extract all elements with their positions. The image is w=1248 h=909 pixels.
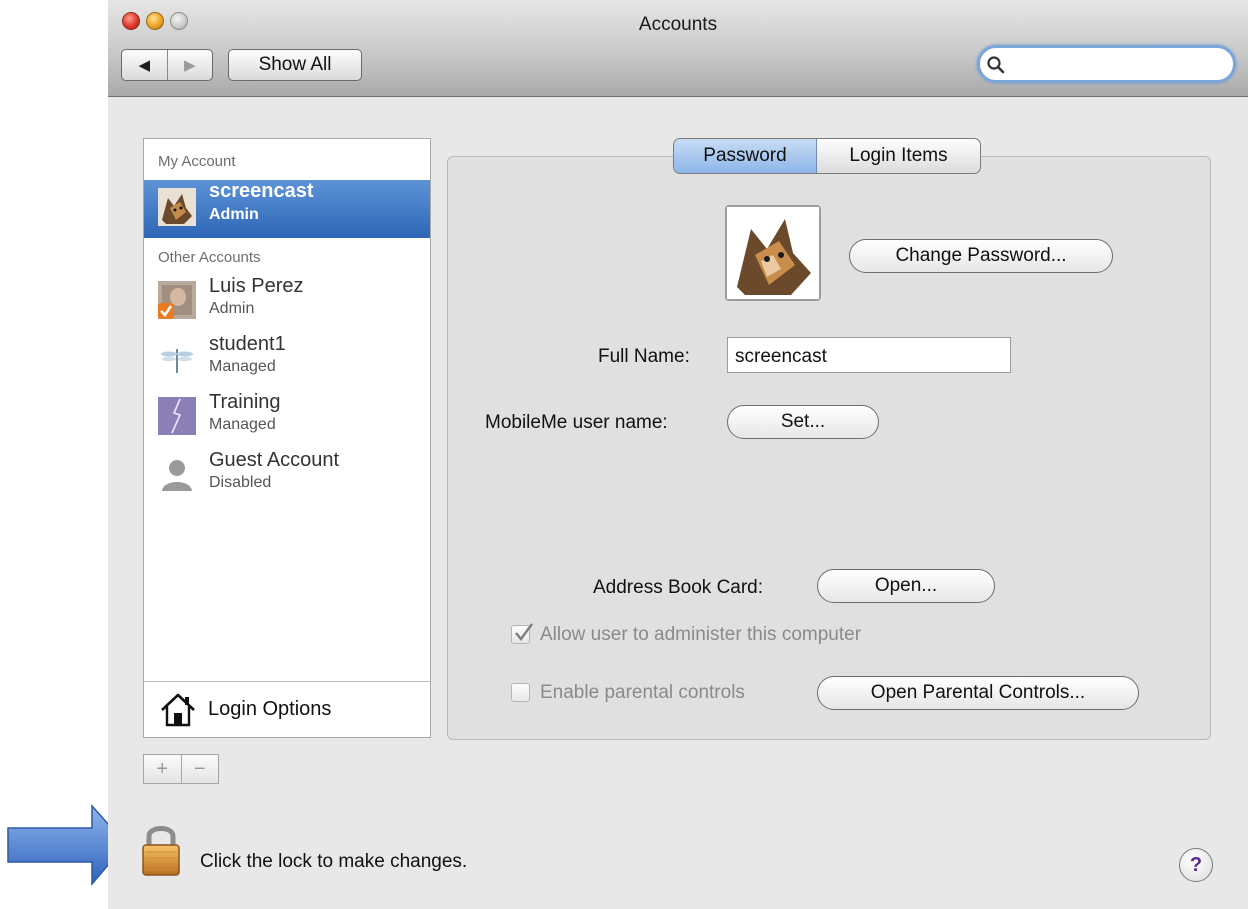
dragonfly-avatar-icon <box>158 339 196 377</box>
forward-button[interactable]: ▶ <box>166 50 213 80</box>
change-password-button[interactable]: Change Password... <box>849 239 1113 273</box>
account-role: Managed <box>209 416 276 433</box>
other-accounts-header: Other Accounts <box>158 249 261 266</box>
tab-login-items[interactable]: Login Items <box>817 139 980 173</box>
lock-message: Click the lock to make changes. <box>200 851 468 872</box>
search-field[interactable] <box>977 45 1236 83</box>
window-title: Accounts <box>638 14 718 35</box>
account-role: Admin <box>209 206 259 223</box>
back-forward-control: ◀ ▶ <box>121 49 213 81</box>
parental-controls-label: Enable parental controls <box>540 682 745 703</box>
lightning-avatar-icon <box>158 397 196 435</box>
checkmark-icon <box>515 623 533 641</box>
lock-icon[interactable] <box>140 822 182 878</box>
photo-avatar-with-check-badge-icon <box>158 281 196 319</box>
account-name: screencast <box>209 180 314 202</box>
account-name: Luis Perez <box>209 275 304 297</box>
account-row-luis-perez[interactable]: Luis Perez Admin <box>144 273 430 331</box>
tab-password[interactable]: Password <box>674 139 817 173</box>
mobileme-label: MobileMe user name: <box>485 412 668 433</box>
help-button[interactable]: ? <box>1179 848 1213 882</box>
allow-admin-label: Allow user to administer this computer <box>540 624 862 645</box>
add-remove-control: + − <box>143 754 219 784</box>
account-row-training[interactable]: Training Managed <box>144 389 430 447</box>
add-account-button[interactable]: + <box>144 755 181 783</box>
title-bar: Accounts ◀ ▶ Show All <box>108 0 1248 97</box>
account-row-screencast[interactable]: screencast Admin <box>144 180 430 238</box>
account-role: Disabled <box>209 474 272 491</box>
remove-account-button[interactable]: − <box>180 755 219 783</box>
account-list: My Account screencast Admin Other Accoun… <box>143 138 431 738</box>
my-account-header: My Account <box>158 153 236 170</box>
show-all-button[interactable]: Show All <box>228 49 362 81</box>
accounts-window: Accounts ◀ ▶ Show All My Account screenc… <box>108 0 1248 909</box>
full-name-field[interactable]: screencast <box>727 337 1011 373</box>
parental-controls-checkbox[interactable] <box>511 683 530 702</box>
login-options-label: Login Options <box>208 698 332 720</box>
account-name: student1 <box>209 333 286 355</box>
allow-admin-checkbox[interactable] <box>511 623 533 644</box>
login-options-item[interactable]: Login Options <box>144 681 430 737</box>
mobileme-set-button[interactable]: Set... <box>727 405 879 439</box>
address-book-open-button[interactable]: Open... <box>817 569 995 603</box>
tab-bar: Password Login Items <box>673 138 981 174</box>
back-button[interactable]: ◀ <box>122 50 167 80</box>
account-row-guest[interactable]: Guest Account Disabled <box>144 447 430 505</box>
account-row-student1[interactable]: student1 Managed <box>144 331 430 389</box>
open-parental-controls-button[interactable]: Open Parental Controls... <box>817 676 1139 710</box>
user-picture[interactable] <box>725 205 821 301</box>
silhouette-avatar-icon <box>162 460 192 491</box>
cat-avatar-icon <box>727 207 819 299</box>
address-book-label: Address Book Card: <box>593 577 764 598</box>
account-name: Guest Account <box>209 449 340 471</box>
account-role: Managed <box>209 358 276 375</box>
house-icon <box>161 693 195 727</box>
full-name-label: Full Name: <box>598 346 690 367</box>
account-role: Admin <box>209 300 255 317</box>
account-name: Training <box>209 391 281 413</box>
cat-avatar-icon <box>158 188 196 226</box>
search-icon <box>987 56 1005 74</box>
